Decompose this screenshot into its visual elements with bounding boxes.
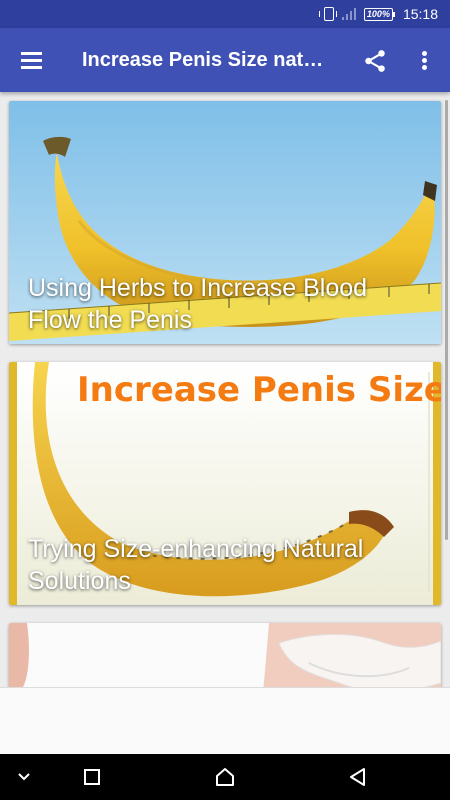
ad-banner-area <box>0 687 450 754</box>
article-feed[interactable]: Using Herbs to Increase Blood Flow the P… <box>0 92 450 687</box>
back-icon[interactable] <box>328 754 388 800</box>
article-card[interactable]: Increase Penis Size Trying Size-enhancin… <box>9 362 441 605</box>
article-card[interactable] <box>9 623 441 687</box>
vibrate-icon <box>318 7 337 21</box>
home-icon[interactable] <box>195 754 255 800</box>
menu-icon[interactable] <box>20 48 44 72</box>
more-vert-icon[interactable] <box>412 48 436 74</box>
app-title: Increase Penis Size nat… <box>82 49 324 71</box>
share-icon[interactable] <box>362 48 388 74</box>
status-time: 15:18 <box>402 6 438 22</box>
scrollbar[interactable] <box>445 100 448 540</box>
screen: 100% 15:18 Increase Penis Size nat… Usin… <box>0 0 450 800</box>
status-bar: 100% 15:18 <box>0 0 450 28</box>
article-title: Using Herbs to Increase Blood Flow the P… <box>28 274 368 334</box>
recents-icon[interactable] <box>62 754 122 800</box>
chevron-down-icon[interactable] <box>0 754 54 800</box>
article-title: Trying Size-enhancing Natural Solutions <box>28 535 364 595</box>
app-bar: Increase Penis Size nat… <box>0 28 450 92</box>
battery-icon: 100% <box>363 7 395 21</box>
torso-photo <box>9 623 441 687</box>
poster-text: Increase Penis Size <box>77 370 441 410</box>
signal-icon <box>341 8 356 20</box>
battery-text: 100% <box>363 7 393 21</box>
article-card[interactable]: Using Herbs to Increase Blood Flow the P… <box>9 101 441 344</box>
navigation-bar <box>0 754 450 800</box>
